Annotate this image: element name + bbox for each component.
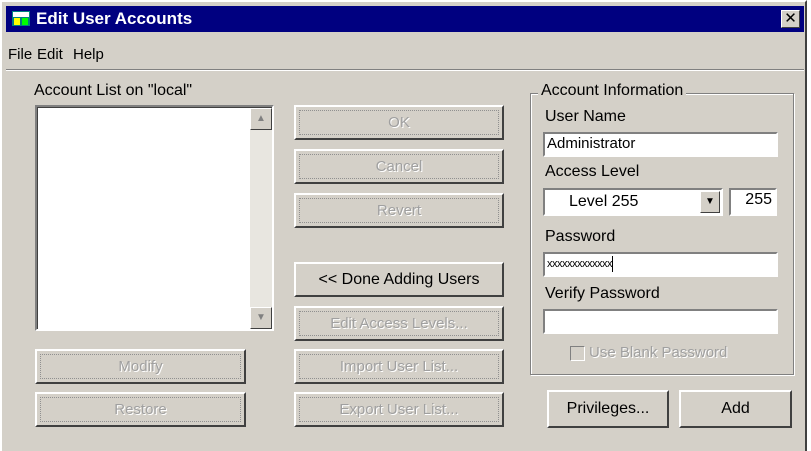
revert-button[interactable]: Revert — [294, 193, 504, 228]
triangle-down-icon: ▼ — [256, 312, 266, 323]
menu-help[interactable]: Help — [73, 46, 104, 63]
import-user-list-button[interactable]: Import User List... — [294, 349, 504, 384]
close-button[interactable]: ✕ — [781, 10, 800, 28]
title-bar: Edit User Accounts ✕ — [6, 6, 804, 32]
use-blank-password-label: Use Blank Password — [589, 344, 728, 361]
edit-user-accounts-window: Edit User Accounts ✕ File Edit Help Acco… — [0, 0, 807, 451]
menu-edit[interactable]: Edit — [37, 46, 63, 63]
scroll-up-button[interactable]: ▲ — [250, 108, 272, 130]
modify-button[interactable]: Modify — [35, 349, 246, 384]
verify-password-field[interactable] — [543, 309, 778, 334]
account-list-label: Account List on "local" — [34, 82, 193, 99]
access-level-dropdown-button[interactable]: ▼ — [700, 191, 720, 213]
password-label: Password — [545, 228, 616, 245]
done-adding-users-button[interactable]: << Done Adding Users — [294, 262, 504, 297]
verify-password-label: Verify Password — [545, 285, 660, 302]
edit-access-levels-button[interactable]: Edit Access Levels... — [294, 306, 504, 341]
account-list-body: ▲ ▼ — [37, 107, 272, 329]
chevron-down-icon: ▼ — [705, 196, 715, 207]
triangle-up-icon: ▲ — [256, 113, 266, 124]
password-field[interactable]: xxxxxxxxxxxxx — [543, 252, 778, 277]
menu-separator — [6, 69, 804, 71]
export-user-list-button[interactable]: Export User List... — [294, 392, 504, 427]
close-icon: ✕ — [784, 10, 797, 27]
account-list-scrollbar[interactable]: ▲ ▼ — [250, 108, 272, 329]
restore-button[interactable]: Restore — [35, 392, 246, 427]
cancel-button[interactable]: Cancel — [294, 149, 504, 184]
access-level-number-field[interactable]: 255 — [729, 188, 777, 216]
menu-file[interactable]: File — [8, 46, 32, 63]
users-app-icon — [12, 11, 30, 26]
access-level-label: Access Level — [545, 163, 640, 180]
access-level-select[interactable]: Level 255 ▼ — [543, 188, 723, 216]
text-cursor — [612, 256, 613, 273]
account-information-title: Account Information — [538, 82, 687, 100]
access-level-number: 255 — [745, 191, 772, 208]
account-list[interactable]: ▲ ▼ — [35, 105, 274, 331]
add-button[interactable]: Add — [679, 390, 792, 428]
password-value: xxxxxxxxxxxxx — [547, 258, 613, 270]
privileges-button[interactable]: Privileges... — [547, 390, 669, 428]
scroll-down-button[interactable]: ▼ — [250, 307, 272, 329]
ok-button[interactable]: OK — [294, 105, 504, 140]
use-blank-password-checkbox[interactable] — [570, 346, 585, 361]
user-name-field[interactable]: Administrator — [543, 132, 778, 157]
user-name-label: User Name — [545, 108, 626, 125]
user-name-value: Administrator — [547, 135, 636, 152]
window-title: Edit User Accounts — [36, 9, 193, 28]
access-level-selected: Level 255 — [569, 193, 639, 210]
